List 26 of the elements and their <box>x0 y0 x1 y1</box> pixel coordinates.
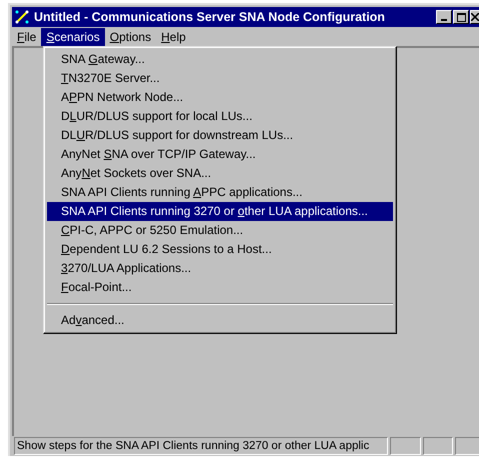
menu-item[interactable]: SNA API Clients running 3270 or other LUA applications... <box>47 202 393 221</box>
menu-item[interactable]: AnyNet SNA over TCP/IP Gateway... <box>47 145 393 164</box>
menu-item[interactable]: Advanced... <box>47 311 393 330</box>
menu-item[interactable]: Scenarios <box>41 28 105 46</box>
app-icon <box>14 9 30 25</box>
close-icon <box>471 13 479 21</box>
minimize-button[interactable] <box>436 10 452 24</box>
maximize-button[interactable] <box>453 10 469 24</box>
menu-item[interactable]: TN3270E Server... <box>47 69 393 88</box>
menu-item[interactable]: AnyNet Sockets over SNA... <box>47 164 393 183</box>
maximize-icon <box>456 12 466 22</box>
window-title: Untitled - Communications Server SNA Node Configuration <box>34 10 386 24</box>
menu-item[interactable]: 3270/LUA Applications... <box>47 259 393 278</box>
menu-item[interactable]: Options <box>104 28 156 46</box>
menu-item[interactable]: APPN Network Node... <box>47 88 393 107</box>
menu-item[interactable]: DLUR/DLUS support for local LUs... <box>47 107 393 126</box>
status-text: Show steps for the SNA API Clients running 3270 or other LUA applic <box>14 437 388 455</box>
close-button[interactable] <box>470 10 479 24</box>
menu-item[interactable]: DLUR/DLUS support for downstream LUs... <box>47 126 393 145</box>
menu-item[interactable]: File <box>12 28 42 46</box>
menu-item[interactable]: Dependent LU 6.2 Sessions to a Host... <box>47 240 393 259</box>
menu-item[interactable]: SNA API Clients running APPC applications... <box>47 183 393 202</box>
menu-item[interactable]: Help <box>156 28 191 46</box>
menu-item[interactable]: CPI-C, APPC or 5250 Emulation... <box>47 221 393 240</box>
menu-item[interactable]: SNA Gateway... <box>47 50 393 69</box>
menu-item[interactable]: Focal-Point... <box>47 278 393 297</box>
